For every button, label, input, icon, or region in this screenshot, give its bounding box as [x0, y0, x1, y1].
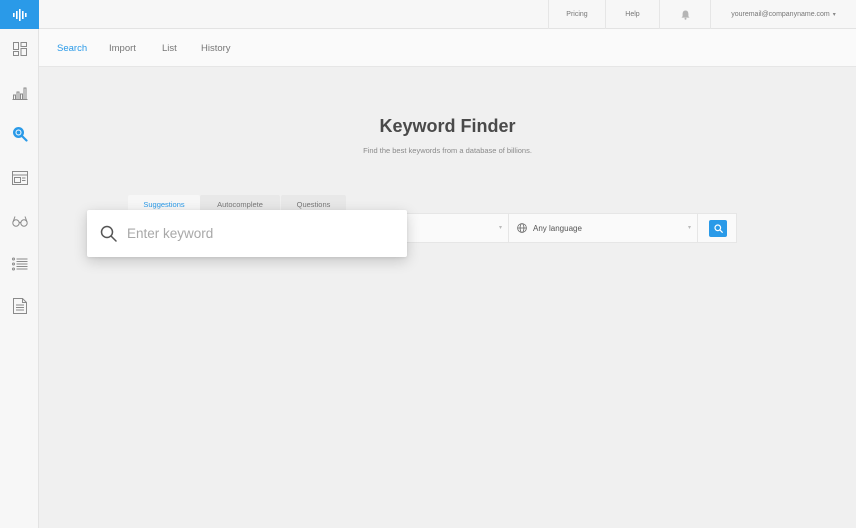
sidebar-item-site-profiler[interactable]	[0, 206, 39, 236]
account-email: youremail@companyname.com	[731, 11, 830, 18]
tab-import-label: Import	[109, 42, 136, 54]
sidebar-item-reports[interactable]	[0, 291, 39, 321]
chevron-down-icon: ▾	[832, 12, 836, 18]
tab-list[interactable]: List	[162, 29, 177, 67]
tab-search-label: Search	[57, 42, 88, 54]
keyword-input[interactable]	[127, 226, 387, 241]
app-logo[interactable]	[0, 0, 39, 29]
bell-icon	[681, 10, 689, 20]
help-label: Help	[625, 11, 640, 18]
document-icon	[12, 298, 27, 314]
tab-search[interactable]: Search	[57, 29, 87, 67]
tab-list-label: List	[162, 42, 177, 54]
search-icon	[100, 225, 117, 242]
page-subtitle: Find the best keywords from a database o…	[363, 146, 532, 155]
chevron-down-icon: ▾	[687, 225, 691, 231]
tab-history[interactable]: History	[201, 29, 231, 67]
keyword-search-icon	[12, 127, 28, 142]
sidebar-item-dashboard[interactable]	[0, 34, 39, 64]
sidebar-item-serp-checker[interactable]	[0, 163, 39, 193]
tab-questions-label: Questions	[296, 199, 331, 209]
language-select[interactable]: Any language ▾	[509, 214, 698, 242]
sidebar-item-lists[interactable]	[0, 249, 39, 279]
bar-chart-icon	[12, 87, 27, 100]
chevron-down-icon: ▾	[498, 225, 502, 231]
logo-icon	[12, 8, 27, 21]
serp-layout-icon	[11, 171, 28, 185]
list-icon	[11, 257, 27, 271]
globe-icon	[517, 223, 527, 233]
sidebar-item-rank-tracker[interactable]	[0, 78, 39, 108]
search-button[interactable]	[709, 220, 727, 237]
left-sidebar	[0, 0, 39, 528]
search-icon	[713, 224, 723, 233]
dashboard-icon	[12, 42, 27, 56]
top-bar: Pricing Help youremail@companyname.com ▾	[39, 0, 856, 29]
sidebar-item-keyword-finder[interactable]	[0, 119, 39, 149]
help-link[interactable]: Help	[605, 0, 659, 29]
location-select[interactable]: ▾	[409, 214, 509, 242]
tab-suggestions-label: Suggestions	[143, 199, 185, 209]
pricing-label: Pricing	[566, 11, 588, 18]
pricing-link[interactable]: Pricing	[548, 0, 605, 29]
notifications-button[interactable]	[659, 0, 710, 29]
language-value: Any language	[533, 223, 582, 233]
page-title: Keyword Finder	[379, 116, 516, 136]
glasses-icon	[11, 216, 28, 227]
sub-navigation: Search Import List History	[39, 29, 856, 67]
keyword-search-box	[87, 210, 407, 257]
account-menu[interactable]: youremail@companyname.com ▾	[710, 0, 856, 29]
tab-history-label: History	[201, 42, 231, 54]
tab-import[interactable]: Import	[109, 29, 136, 67]
tab-autocomplete-label: Autocomplete	[217, 199, 263, 209]
